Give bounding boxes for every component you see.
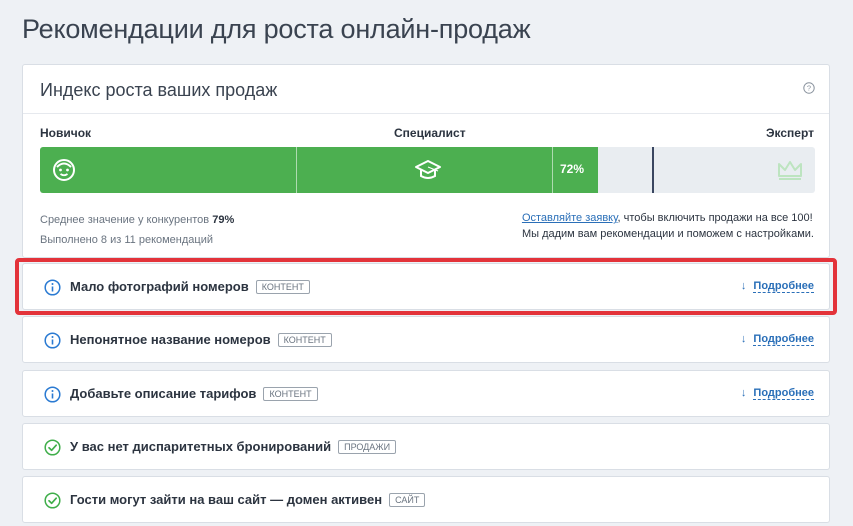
category-tag: КОНТЕНТ [277, 333, 332, 347]
progress-segment-divider [296, 147, 297, 193]
details-link-label: Подробнее [753, 387, 814, 400]
details-link-label: Подробнее [753, 280, 814, 293]
progress-bar-fill [40, 147, 598, 193]
competitor-average-value: 79% [212, 214, 235, 226]
competitor-average-label: Среднее значение у конкурентов [40, 214, 210, 226]
request-link[interactable]: Оставляйте заявку [522, 212, 618, 224]
category-tag: КОНТЕНТ [255, 280, 310, 294]
info-icon [44, 279, 61, 296]
category-tag: САЙТ [389, 493, 426, 507]
request-cta: Оставляйте заявку, чтобы включить продаж… [522, 210, 814, 242]
arrow-down-icon: ↓ [740, 280, 747, 292]
page-title: Рекомендации для роста онлайн-продаж [22, 14, 531, 44]
graduation-cap-icon [415, 160, 441, 179]
level-label-specialist: Специалист [394, 126, 466, 140]
details-link[interactable]: ↓ Подробнее [740, 280, 814, 293]
divider [23, 113, 829, 114]
crown-icon [778, 161, 802, 180]
index-stats: Среднее значение у конкурентов 79% Выпол… [40, 210, 234, 250]
progress-percent-label: 72% [560, 162, 585, 176]
details-link[interactable]: ↓ Подробнее [740, 333, 814, 346]
sales-index-card: Индекс роста ваших продаж ? Новичок Спец… [22, 64, 830, 258]
level-label-expert: Эксперт [765, 126, 814, 140]
completed-count: Выполнено 8 из 11 рекомендаций [40, 234, 213, 246]
arrow-down-icon: ↓ [740, 387, 747, 399]
progress-bar: 72% [40, 147, 815, 193]
details-link-label: Подробнее [753, 333, 814, 346]
recommendation-title: Мало фотографий номеров [70, 279, 249, 294]
recommendation-item[interactable]: Добавьте описание тарифов КОНТЕНТ ↓ Подроб… [22, 370, 830, 417]
recommendation-item: У вас нет диспаритетных бронирований ПРОД… [22, 423, 830, 470]
info-icon [44, 386, 61, 403]
recommendation-item[interactable]: Непонятное название номеров КОНТЕНТ ↓ Подр… [22, 316, 830, 363]
competitor-average: Среднее значение у конкурентов 79% [40, 210, 234, 230]
details-link[interactable]: ↓ Подробнее [740, 387, 814, 400]
category-tag: ПРОДАЖИ [338, 440, 397, 454]
recommendation-item: Гости могут зайти на ваш сайт — домен ак… [22, 476, 830, 523]
svg-text:?: ? [807, 84, 811, 93]
progress-segment-divider [552, 147, 553, 193]
recommendation-item[interactable]: Мало фотографий номеров КОНТЕНТ ↓ Подробне… [22, 263, 830, 310]
level-label-novice: Новичок [40, 126, 92, 140]
arrow-down-icon: ↓ [740, 333, 747, 345]
recommendation-title: Непонятное название номеров [70, 332, 271, 347]
request-cta-line2: Мы дадим вам рекомендации и поможем с на… [521, 228, 814, 240]
index-title: Индекс роста ваших продаж [40, 80, 278, 100]
request-cta-text: , чтобы включить продажи на все 100! [617, 212, 813, 224]
help-circle-icon[interactable]: ? [803, 82, 815, 94]
check-circle-icon [44, 492, 61, 509]
check-circle-icon [44, 439, 61, 456]
recommendation-title: У вас нет диспаритетных бронирований [70, 439, 332, 454]
category-tag: КОНТЕНТ [263, 387, 318, 401]
competitor-average-marker [652, 147, 654, 193]
novice-face-icon [53, 159, 75, 181]
recommendation-title: Добавьте описание тарифов [70, 386, 257, 401]
info-icon [44, 332, 61, 349]
recommendation-title: Гости могут зайти на ваш сайт — домен ак… [70, 492, 383, 507]
